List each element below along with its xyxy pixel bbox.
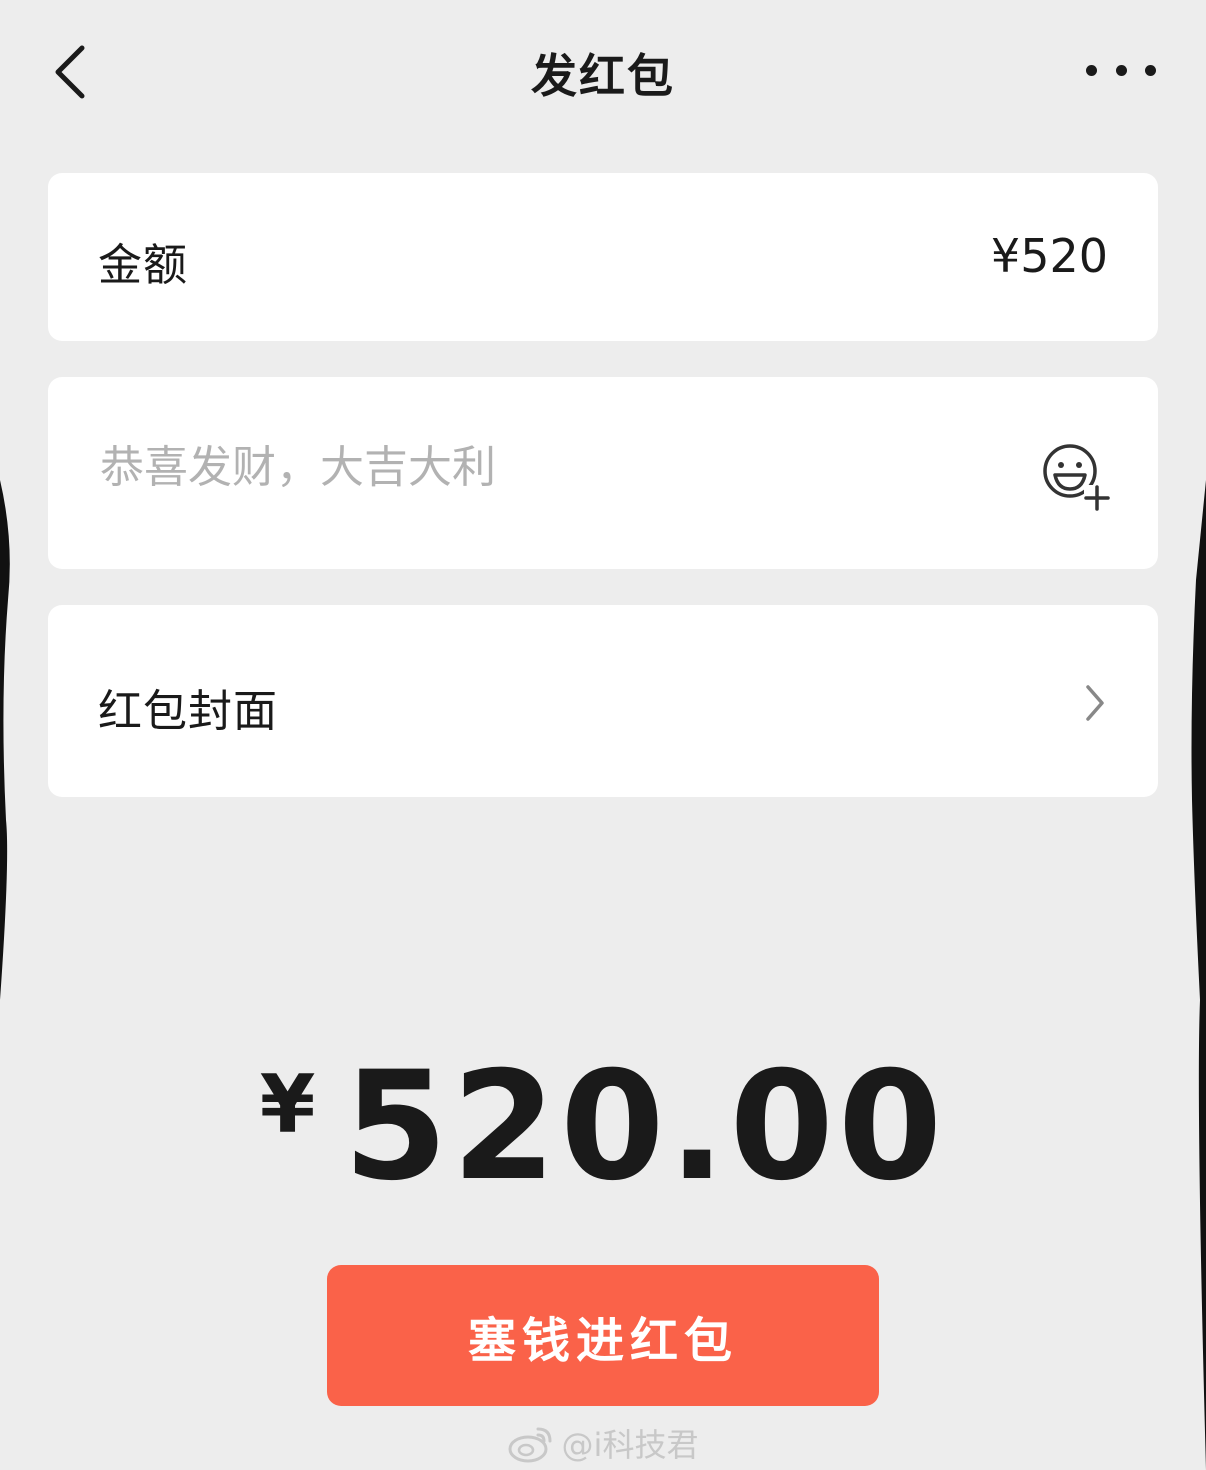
cover-label: 红包封面 xyxy=(98,686,278,737)
page-title: 发红包 xyxy=(531,49,675,103)
more-button[interactable] xyxy=(1086,50,1156,90)
amount-label: 金额 xyxy=(98,240,188,291)
more-horizontal-icon xyxy=(1086,64,1097,76)
screen-edge-right xyxy=(1191,0,1206,1470)
weibo-icon xyxy=(508,1427,552,1463)
amount-row[interactable]: 金额 ¥520 xyxy=(48,173,1158,341)
amount-input[interactable]: ¥520 xyxy=(808,229,1108,283)
watermark: @i科技君 xyxy=(0,1420,1206,1466)
cover-row[interactable]: 红包封面 xyxy=(48,605,1158,797)
emoji-add-icon[interactable] xyxy=(1040,441,1112,513)
more-horizontal-icon xyxy=(1145,64,1156,76)
total-amount-display: ¥520.00 xyxy=(0,1040,1206,1214)
more-horizontal-icon xyxy=(1115,64,1127,76)
send-red-packet-button[interactable]: 塞钱进红包 xyxy=(327,1265,879,1406)
watermark-text: @i科技君 xyxy=(561,1426,699,1464)
chevron-right-icon xyxy=(1086,685,1104,721)
screen-edge-left xyxy=(0,0,10,1470)
navigation-bar: 发红包 xyxy=(0,0,1206,145)
greeting-row xyxy=(48,377,1158,569)
total-amount: 520.00 xyxy=(343,1040,947,1214)
greeting-input[interactable] xyxy=(98,441,1002,494)
total-currency: ¥ xyxy=(259,1058,316,1151)
